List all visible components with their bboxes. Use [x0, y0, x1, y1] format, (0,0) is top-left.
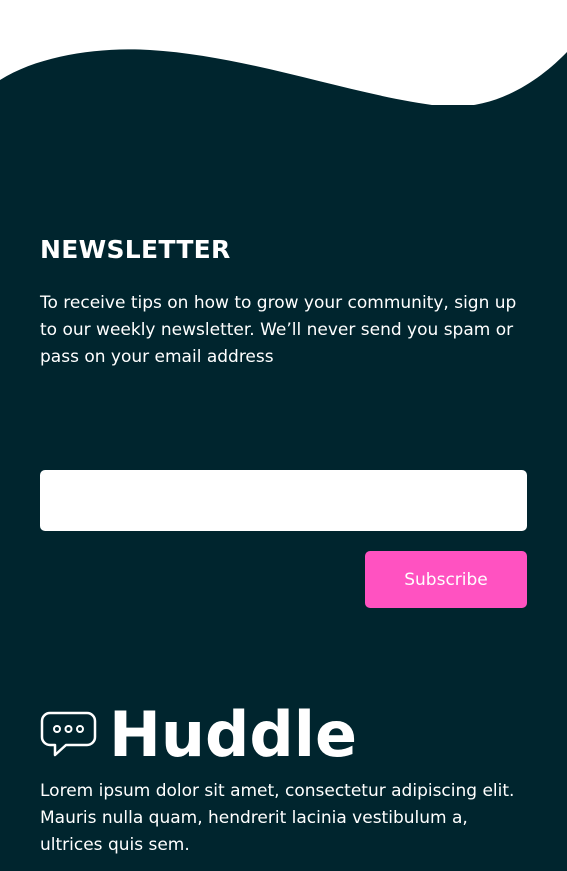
newsletter-description: To receive tips on how to grow your comm…: [40, 293, 517, 367]
brand-about-text: Lorem ipsum dolor sit amet, consectetur …: [40, 781, 515, 855]
brand-name: Huddle: [109, 698, 358, 771]
huddle-logo[interactable]: Huddle: [40, 700, 357, 770]
subscribe-button[interactable]: Subscribe: [365, 551, 527, 608]
newsletter-heading: NEWSLETTER: [40, 235, 231, 264]
footer-wave: [0, 49, 567, 120]
chat-bubble-icon: [40, 711, 97, 757]
email-field[interactable]: [40, 470, 527, 531]
